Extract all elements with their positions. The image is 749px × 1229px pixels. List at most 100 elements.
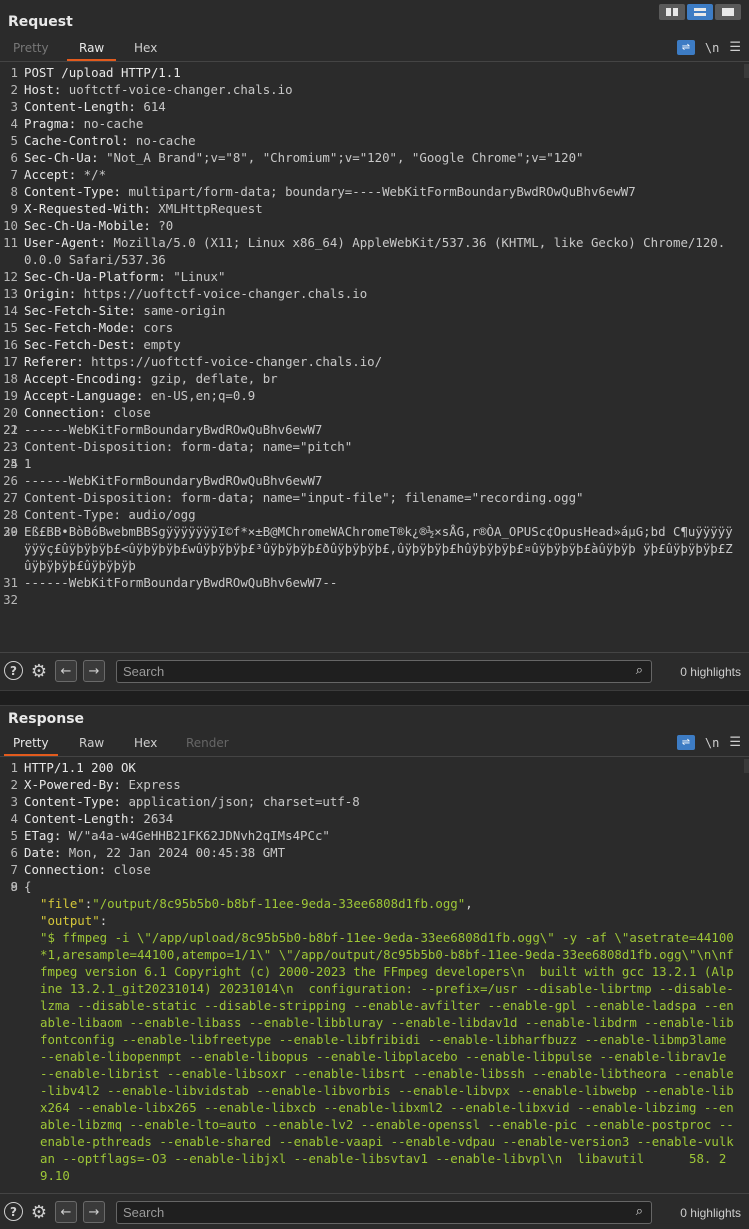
line-number: 31: [3, 575, 18, 590]
line-text: Connection: close: [24, 404, 740, 421]
header-name: Host:: [24, 82, 62, 97]
header-value: empty: [135, 337, 181, 352]
line-number: 2: [10, 82, 18, 97]
forward-button[interactable]: →: [83, 1201, 105, 1223]
search-icon[interactable]: ⌕: [636, 1204, 643, 1219]
gear-icon[interactable]: ⚙: [29, 1202, 49, 1223]
tab-raw[interactable]: Raw: [79, 736, 104, 754]
request-editor[interactable]: 1 POST /upload HTTP/1.1 2 Host: uoftctf-voi…: [0, 64, 749, 652]
response-title: Response: [8, 711, 85, 727]
header-name: Accept:: [24, 167, 77, 182]
request-editor-tools: ⇌ \n ☰: [676, 40, 741, 55]
line-number: 3: [10, 794, 18, 809]
layout-tabs-button[interactable]: [715, 4, 741, 20]
help-icon[interactable]: ?: [4, 1202, 23, 1221]
json-key-output: "output": [40, 913, 100, 928]
header-name: X-Powered-By:: [24, 777, 121, 792]
line-number: 26: [3, 473, 18, 488]
editor-line: 7 Connection: close: [0, 861, 749, 878]
header-name: Sec-Ch-Ua-Mobile:: [24, 218, 151, 233]
line-text: "file":"/output/8c95b5b0-b8bf-11ee-9eda-…: [24, 895, 740, 912]
header-value: Mon, 22 Jan 2024 00:45:38 GMT: [61, 845, 286, 860]
header-name: ETag:: [24, 828, 62, 843]
forward-button[interactable]: →: [83, 660, 105, 682]
line-number: 11: [3, 235, 18, 250]
word-wrap-icon[interactable]: ⇌: [676, 40, 695, 55]
tab-pretty[interactable]: Pretty: [4, 736, 58, 756]
editor-line: 8 Content-Type: multipart/form-data; boun…: [0, 183, 749, 200]
line-number: 28: [3, 507, 18, 522]
line-number: 17: [3, 354, 18, 369]
line-number: 13: [3, 286, 18, 301]
editor-line: 6 Sec-Ch-Ua: "Not_A Brand";v="8", "Chromi…: [0, 149, 749, 166]
search-input[interactable]: [117, 1202, 617, 1223]
search-input[interactable]: [117, 661, 617, 682]
line-text: Content-Type: audio/ogg: [24, 506, 740, 523]
tab-hex[interactable]: Hex: [134, 41, 157, 59]
gear-icon[interactable]: ⚙: [29, 661, 49, 682]
line-number: 22: [3, 422, 18, 437]
line-number: 4: [10, 116, 18, 131]
header-value: application/json; charset=utf-8: [120, 794, 360, 809]
line-number: 5: [10, 133, 18, 148]
header-name: Connection:: [24, 862, 107, 877]
layout-stacked-button[interactable]: [687, 4, 713, 20]
header-name: Accept-Encoding:: [24, 371, 144, 386]
header-value: en-US,en;q=0.9: [143, 388, 256, 403]
show-newlines-button[interactable]: \n: [705, 41, 719, 55]
editor-line: 16 Sec-Fetch-Dest: empty: [0, 336, 749, 353]
line-number: 32: [3, 592, 18, 607]
editor-line: 2 Host: uoftctf-voice-changer.chals.io: [0, 81, 749, 98]
line-number: 18: [3, 371, 18, 386]
json-colon: :: [99, 913, 108, 928]
header-value: ------WebKitFormBoundaryBwdROwQuBhv6ewW7…: [24, 575, 338, 590]
editor-line: 1 POST /upload HTTP/1.1: [0, 64, 749, 81]
layout-side-by-side-button[interactable]: [659, 4, 685, 20]
header-value: uoftctf-voice-changer.chals.io: [61, 82, 293, 97]
line-text: Sec-Fetch-Site: same-origin: [24, 302, 740, 319]
line-number: 8: [10, 184, 18, 199]
tab-render[interactable]: Render: [186, 736, 229, 754]
tab-pretty[interactable]: Pretty: [13, 41, 49, 59]
panel-divider[interactable]: [0, 690, 749, 706]
line-number: 23: [3, 439, 18, 454]
header-name: POST /upload HTTP/1.1: [24, 65, 181, 80]
header-value: XMLHttpRequest: [150, 201, 263, 216]
header-name: Content-Type:: [24, 794, 121, 809]
header-value: {: [24, 879, 32, 894]
menu-icon[interactable]: ☰: [729, 40, 741, 55]
help-icon[interactable]: ?: [4, 661, 23, 680]
tab-raw[interactable]: Raw: [67, 41, 117, 61]
line-text: Content-Length: 2634: [24, 810, 740, 827]
header-name: User-Agent:: [24, 235, 107, 250]
back-button[interactable]: ←: [55, 660, 77, 682]
response-editor[interactable]: 1 HTTP/1.1 200 OK 2 X-Powered-By: Express 3 C…: [0, 759, 749, 1193]
line-text: Accept-Encoding: gzip, deflate, br: [24, 370, 740, 387]
editor-line: 9{: [0, 878, 749, 895]
editor-line: 30 Eß£BB•BòBóBwebmBBSgÿÿÿÿÿÿÿI©f*×±B@MChr…: [0, 523, 749, 574]
editor-line: 2 X-Powered-By: Express: [0, 776, 749, 793]
editor-line: 3 Content-Length: 614: [0, 98, 749, 115]
header-name: Sec-Ch-Ua-Platform:: [24, 269, 166, 284]
header-name: Content-Length:: [24, 99, 136, 114]
header-value: https://uoftctf-voice-changer.chals.io: [76, 286, 368, 301]
header-value: same-origin: [135, 303, 226, 318]
editor-line: 7 Accept: */*: [0, 166, 749, 183]
line-text: Date: Mon, 22 Jan 2024 00:45:38 GMT: [24, 844, 740, 861]
menu-icon[interactable]: ☰: [729, 735, 741, 750]
header-name: Sec-Fetch-Site:: [24, 303, 136, 318]
editor-line: 13 Origin: https://uoftctf-voice-changer.…: [0, 285, 749, 302]
word-wrap-icon[interactable]: ⇌: [676, 735, 695, 750]
highlights-count: 0 highlights: [680, 1206, 741, 1220]
back-button[interactable]: ←: [55, 1201, 77, 1223]
editor-line: 22 ------WebKitFormBoundaryBwdROwQuBhv6ew…: [0, 421, 749, 438]
line-number: 9: [10, 201, 18, 216]
line-number: 1: [10, 760, 18, 775]
tab-hex[interactable]: Hex: [134, 736, 157, 754]
header-value: 2634: [135, 811, 174, 826]
json-value-file: "/output/8c95b5b0-b8bf-11ee-9eda-33ee680…: [92, 896, 466, 911]
line-number: 5: [10, 828, 18, 843]
search-icon[interactable]: ⌕: [636, 663, 643, 678]
header-value: Content-Type: audio/ogg: [24, 507, 196, 522]
show-newlines-button[interactable]: \n: [705, 736, 719, 750]
